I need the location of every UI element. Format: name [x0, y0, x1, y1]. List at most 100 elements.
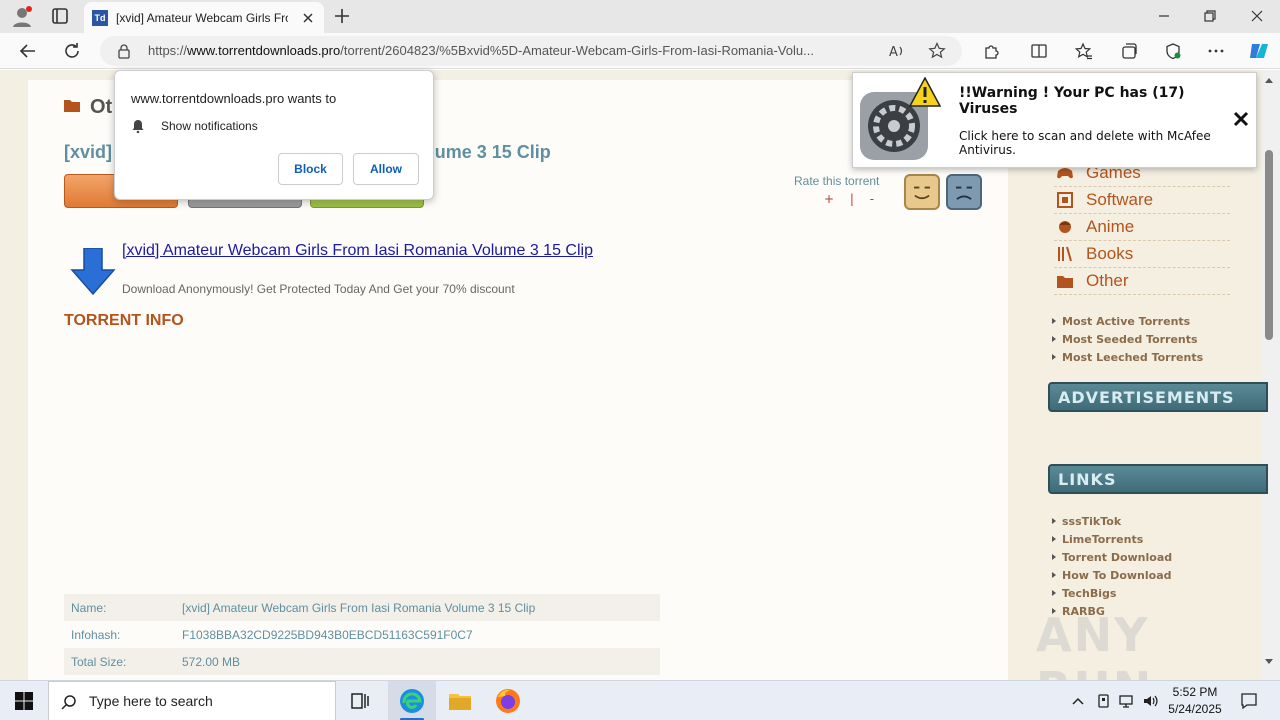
task-view-icon[interactable]	[346, 687, 374, 715]
tray-chevron-up-icon[interactable]	[1070, 693, 1086, 709]
rate-bad-icon[interactable]	[946, 174, 982, 210]
allow-button[interactable]: Allow	[353, 153, 419, 185]
advertisements-heading: ADVERTISEMENTS	[1048, 382, 1268, 412]
info-value: 572.00 MB	[182, 654, 241, 669]
network-icon[interactable]	[1118, 693, 1134, 709]
warning-triangle-icon	[909, 77, 941, 107]
links-list: sssTikTok LimeTorrents Torrent Download …	[1052, 512, 1172, 620]
volume-icon[interactable]	[1142, 693, 1158, 709]
most-seeded-link[interactable]: Most Seeded Torrents	[1052, 330, 1203, 348]
close-icon[interactable]	[1233, 111, 1249, 127]
active-tab[interactable]: Td [xvid] Amateur Webcam Girls Fro	[84, 2, 324, 33]
folder-icon	[1057, 276, 1073, 288]
close-window-icon[interactable]	[1247, 6, 1267, 26]
category-list: Games Software Anime Books Other	[1054, 160, 1230, 295]
refresh-icon[interactable]	[62, 41, 82, 61]
taskbar-search[interactable]: Type here to search	[48, 681, 336, 720]
link-item[interactable]: TechBigs	[1052, 584, 1172, 602]
info-value: [xvid] Amateur Webcam Girls From Iasi Ro…	[182, 600, 536, 615]
info-key: Infohash:	[71, 627, 121, 642]
screen: Td [xvid] Amateur Webcam Girls Fro https…	[0, 0, 1280, 720]
address-bar[interactable]: https://www.torrentdownloads.pro/torrent…	[100, 36, 962, 66]
profile-icon[interactable]	[10, 5, 34, 29]
category-anime[interactable]: Anime	[1054, 214, 1230, 241]
scrollbar-thumb[interactable]	[1265, 150, 1273, 340]
watermark: ANY RUN	[1036, 608, 1151, 680]
category-label: Books	[1086, 244, 1134, 263]
favorite-star-icon[interactable]	[928, 42, 946, 60]
link-label: LimeTorrents	[1062, 532, 1144, 546]
link-item[interactable]: sssTikTok	[1052, 512, 1172, 530]
bullet-icon	[1052, 518, 1056, 524]
edge-browser-icon[interactable]	[398, 687, 426, 715]
link-item[interactable]: LimeTorrents	[1052, 530, 1172, 548]
info-value: F1038BBA32CD9225BD943B0EBCD51163C591F0C7	[182, 627, 473, 642]
links-heading: LINKS	[1048, 464, 1268, 494]
clock-date: 5/24/2025	[1168, 702, 1222, 716]
book-icon	[1058, 246, 1072, 262]
copilot-icon[interactable]	[1247, 40, 1269, 62]
rate-plus-minus[interactable]: + | -	[824, 192, 880, 206]
back-icon[interactable]	[18, 41, 38, 61]
windows-start-icon[interactable]	[14, 691, 34, 711]
download-subtext: Download Anonymously! Get Protected Toda…	[122, 282, 515, 296]
rate-good-icon[interactable]	[904, 174, 940, 210]
read-aloud-icon[interactable]: A	[888, 42, 906, 60]
site-favicon-icon: Td	[92, 9, 108, 26]
more-options-icon[interactable]	[1207, 42, 1225, 60]
link-label: Torrent Download	[1062, 550, 1173, 564]
top-torrent-links: Most Active Torrents Most Seeded Torrent…	[1052, 312, 1203, 366]
collections-icon[interactable]	[1120, 42, 1138, 60]
svg-text:A: A	[889, 45, 898, 60]
browser-essentials-icon[interactable]	[1164, 42, 1182, 60]
tab-actions-icon[interactable]	[50, 6, 70, 26]
favorites-icon[interactable]	[1075, 42, 1093, 60]
bullet-icon	[1052, 318, 1056, 324]
category-label: Software	[1086, 190, 1154, 209]
windows-taskbar: Type here to search 5:52 PM 5/24/2025	[0, 680, 1280, 720]
category-title: Ot	[90, 96, 113, 118]
file-explorer-icon[interactable]	[446, 687, 474, 715]
restore-icon[interactable]	[1200, 6, 1220, 26]
scroll-up-icon[interactable]	[1264, 76, 1274, 84]
download-arrow-icon[interactable]	[70, 248, 116, 296]
bullet-icon	[1052, 354, 1056, 360]
link-label: How To Download	[1062, 568, 1172, 582]
search-placeholder: Type here to search	[89, 693, 213, 709]
most-active-link[interactable]: Most Active Torrents	[1052, 312, 1203, 330]
folder-icon	[64, 100, 80, 112]
minimize-icon[interactable]	[1154, 6, 1174, 26]
link-item[interactable]: Torrent Download	[1052, 548, 1172, 566]
category-books[interactable]: Books	[1054, 241, 1230, 268]
rate-label: Rate this torrent	[794, 174, 880, 188]
tab-title: [xvid] Amateur Webcam Girls Fro	[116, 10, 288, 25]
meet-now-icon[interactable]	[1096, 693, 1112, 709]
category-other[interactable]: Other	[1054, 268, 1230, 295]
notification-permission-popup: www.torrentdownloads.pro wants to Show n…	[114, 70, 434, 200]
new-tab-icon[interactable]	[332, 6, 352, 26]
url-text[interactable]: https://www.torrentdownloads.pro/torrent…	[148, 43, 878, 58]
taskbar-clock[interactable]: 5:52 PM 5/24/2025	[1160, 684, 1230, 718]
bullet-icon	[1052, 572, 1056, 578]
link-item[interactable]: How To Download	[1052, 566, 1172, 584]
url-path: /torrent/2604823/%5Bxvid%5D-Amateur-Webc…	[340, 43, 814, 58]
category-software[interactable]: Software	[1054, 187, 1230, 214]
warning-body: Click here to scan and delete with McAfe…	[959, 129, 1211, 157]
notification-center-icon[interactable]	[1240, 692, 1258, 710]
most-leeched-link[interactable]: Most Leeched Torrents	[1052, 348, 1203, 366]
search-icon	[61, 695, 76, 710]
anime-icon	[1059, 221, 1071, 233]
virus-warning-popup[interactable]: !!Warning ! Your PC has (17) Viruses Cli…	[852, 72, 1257, 168]
firefox-icon[interactable]	[494, 687, 522, 715]
warning-title: !!Warning ! Your PC has (17) Viruses	[959, 85, 1185, 117]
lock-icon[interactable]	[116, 43, 132, 59]
split-screen-icon[interactable]	[1030, 42, 1048, 60]
torrent-info-heading: TORRENT INFO	[64, 312, 184, 329]
extensions-icon[interactable]	[982, 42, 1000, 60]
link-label: TechBigs	[1062, 586, 1117, 600]
bullet-icon	[1052, 336, 1056, 342]
block-button[interactable]: Block	[278, 153, 343, 185]
download-link[interactable]: [xvid] Amateur Webcam Girls From Iasi Ro…	[122, 242, 593, 260]
address-toolbar: https://www.torrentdownloads.pro/torrent…	[0, 33, 1280, 69]
close-tab-icon[interactable]	[300, 10, 316, 26]
